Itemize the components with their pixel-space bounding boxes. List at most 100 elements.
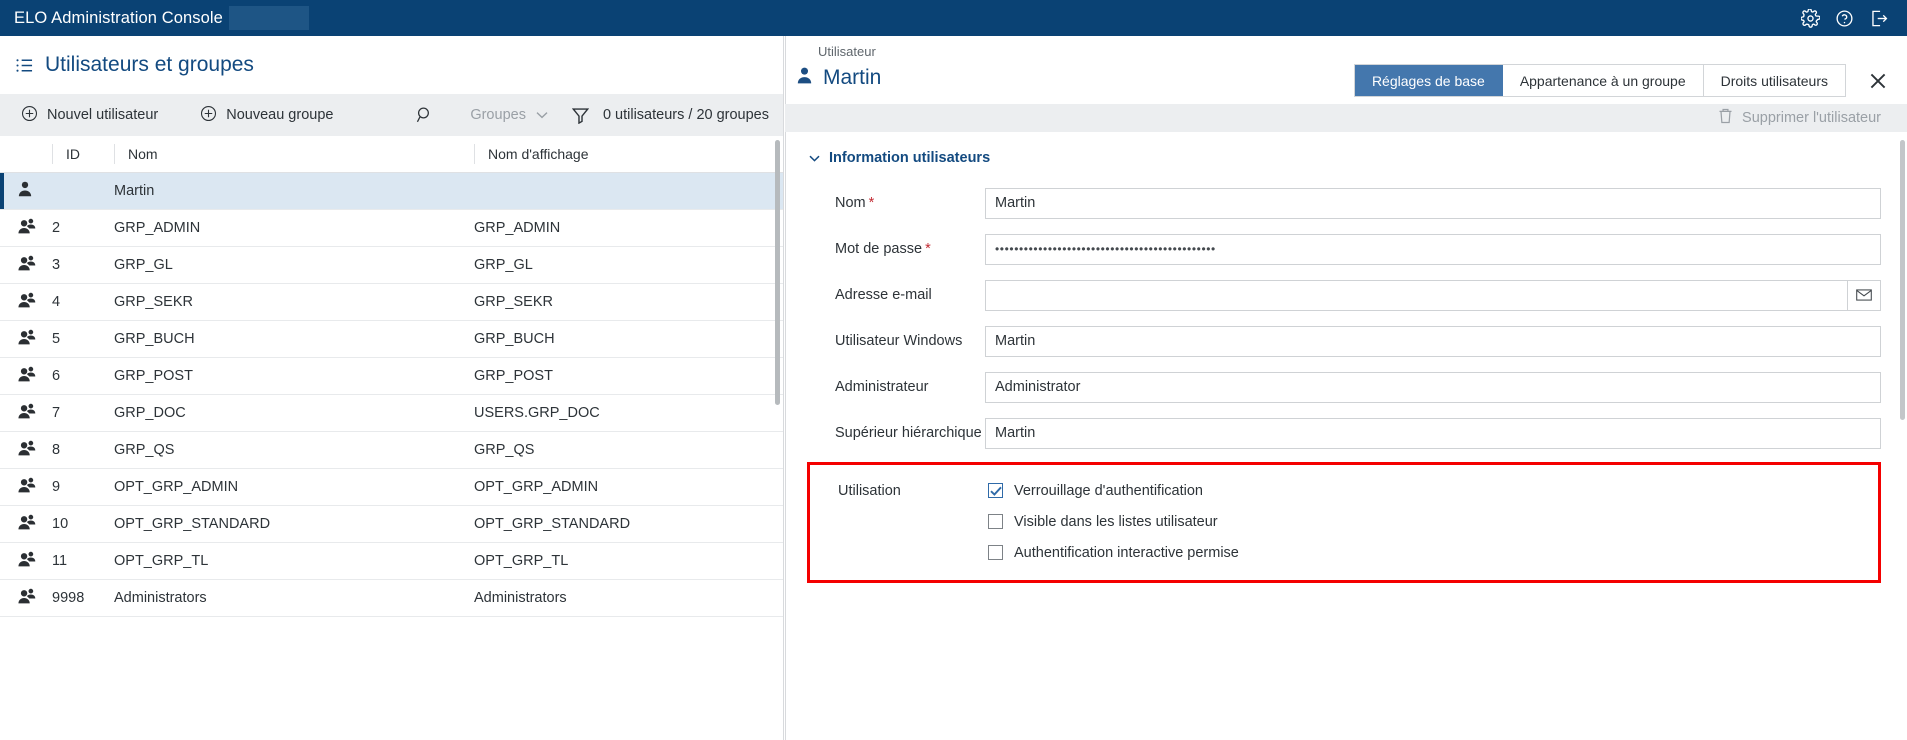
table-row[interactable]: 11 OPT_GRP_TL OPT_GRP_TL	[0, 542, 783, 580]
right-scrollbar-thumb[interactable]	[1900, 140, 1905, 420]
cell-display-name: OPT_GRP_STANDARD	[474, 505, 783, 543]
trash-icon	[1718, 108, 1733, 128]
group-icon	[0, 209, 52, 247]
cell-nom: GRP_GL	[114, 246, 474, 284]
app-titlebar: ELO Administration Console	[0, 0, 1907, 36]
tab-2[interactable]: Appartenance à un groupe	[1502, 65, 1704, 96]
usage-row: Visible dans les listes utilisateur	[810, 506, 1878, 537]
table-row[interactable]: 9 OPT_GRP_ADMIN OPT_GRP_ADMIN	[0, 468, 783, 506]
left-panel-header: Utilisateurs et groupes	[0, 36, 783, 94]
cell-nom: OPT_GRP_STANDARD	[114, 505, 474, 543]
table-row[interactable]: 6 GRP_POST GRP_POST	[0, 357, 783, 395]
column-header-id[interactable]: ID	[52, 136, 114, 173]
title-chip	[228, 6, 309, 30]
group-icon	[0, 542, 52, 580]
field-label: Supérieur hiérarchique	[807, 425, 985, 441]
tab-3[interactable]: Droits utilisateurs	[1703, 65, 1845, 96]
checkbox-box[interactable]	[988, 483, 1003, 498]
delete-user-label: Supprimer l'utilisateur	[1742, 110, 1881, 126]
detail-form: Information utilisateurs Nom * Martin Mot d…	[785, 132, 1907, 583]
tab-1[interactable]: Réglages de base	[1354, 65, 1503, 96]
input-adresse-e-mail[interactable]	[985, 279, 1848, 311]
cell-id	[52, 172, 114, 210]
detail-tabs: Réglages de base Appartenance à un groupe…	[1353, 64, 1846, 97]
gear-icon[interactable]	[1793, 0, 1827, 36]
help-icon[interactable]	[1827, 0, 1861, 36]
group-filter-select[interactable]: Groupes	[460, 107, 558, 123]
table-row[interactable]: 4 GRP_SEKR GRP_SEKR	[0, 283, 783, 321]
plus-circle-icon	[200, 105, 217, 126]
cell-nom: GRP_DOC	[114, 394, 474, 432]
filter-icon[interactable]	[558, 107, 603, 124]
form-row: Mot de passe * •••••••••••••••••••••••••••…	[807, 226, 1881, 272]
new-group-button[interactable]: Nouveau groupe	[190, 94, 343, 136]
field-control	[985, 279, 1881, 311]
table-row[interactable]: 2 GRP_ADMIN GRP_ADMIN	[0, 209, 783, 247]
cell-nom: Administrators	[114, 579, 474, 617]
table-row[interactable]: Martin	[0, 172, 783, 210]
table-row[interactable]: 5 GRP_BUCH GRP_BUCH	[0, 320, 783, 358]
cell-nom: Martin	[114, 172, 474, 210]
left-scrollbar-thumb[interactable]	[775, 140, 780, 405]
table-row[interactable]: 7 GRP_DOC USERS.GRP_DOC	[0, 394, 783, 432]
plus-circle-icon	[21, 105, 38, 126]
cell-display-name: GRP_POST	[474, 357, 783, 395]
section-header-user-info[interactable]: Information utilisateurs	[807, 132, 1881, 180]
cell-nom: GRP_SEKR	[114, 283, 474, 321]
required-marker: *	[868, 195, 875, 211]
users-table-wrapper: ID Nom Nom d'affichage Martin 2 GRP_ADMIN G…	[0, 136, 783, 740]
table-row[interactable]: 3 GRP_GL GRP_GL	[0, 246, 783, 284]
field-label: Utilisateur Windows	[807, 333, 985, 349]
cell-id: 9998	[52, 579, 114, 617]
cell-id: 3	[52, 246, 114, 284]
cell-nom: OPT_GRP_TL	[114, 542, 474, 580]
breadcrumb: Utilisateur	[818, 44, 876, 59]
table-row[interactable]: 10 OPT_GRP_STANDARD OPT_GRP_STANDARD	[0, 505, 783, 543]
usage-option-label: Verrouillage d'authentification	[1014, 482, 1203, 499]
table-row[interactable]: 9998 Administrators Administrators	[0, 579, 783, 617]
cell-id: 7	[52, 394, 114, 432]
group-icon	[0, 431, 52, 469]
column-header-nom[interactable]: Nom	[114, 136, 474, 173]
column-header-display-name[interactable]: Nom d'affichage	[474, 136, 783, 173]
usage-row: Authentification interactive permise	[810, 537, 1878, 568]
usage-checkbox-3[interactable]: Authentification interactive permise	[988, 545, 1239, 561]
search-icon[interactable]	[404, 106, 446, 124]
input-sup-rieur-hi-rarchique[interactable]: Martin	[985, 417, 1881, 449]
checkbox-box[interactable]	[988, 545, 1003, 560]
table-header-row: ID Nom Nom d'affichage	[0, 136, 783, 173]
new-group-label: Nouveau groupe	[226, 107, 334, 123]
cell-display-name: GRP_BUCH	[474, 320, 783, 358]
left-toolbar: Nouvel utilisateur Nouveau groupe Groupe…	[0, 94, 783, 136]
field-label-text: Administrateur	[835, 379, 929, 395]
usage-options: Utilisation Verrouillage d'authentificati…	[810, 475, 1878, 568]
user-icon	[797, 67, 812, 89]
checkbox-box[interactable]	[988, 514, 1003, 529]
cell-nom: GRP_QS	[114, 431, 474, 469]
new-user-button[interactable]: Nouvel utilisateur	[11, 94, 168, 136]
cell-id: 10	[52, 505, 114, 543]
close-icon[interactable]	[1863, 66, 1893, 96]
logout-icon[interactable]	[1861, 0, 1895, 36]
column-header-icon[interactable]	[0, 136, 52, 173]
input-nom[interactable]: Martin	[985, 187, 1881, 219]
input-administrateur[interactable]: Administrator	[985, 371, 1881, 403]
mail-icon[interactable]	[1848, 279, 1881, 311]
usage-checkbox-1[interactable]: Verrouillage d'authentification	[988, 483, 1203, 499]
input-mot-de-passe[interactable]: ••••••••••••••••••••••••••••••••••••••••…	[985, 233, 1881, 265]
cell-id: 8	[52, 431, 114, 469]
table-body: Martin 2 GRP_ADMIN GRP_ADMIN 3 GRP_GL GRP_GL 4 G…	[0, 172, 783, 617]
field-control: Martin	[985, 325, 1881, 357]
delete-user-button[interactable]: Supprimer l'utilisateur	[1718, 108, 1907, 128]
detail-subbar: Supprimer l'utilisateur	[785, 104, 1907, 132]
usage-checkbox-2[interactable]: Visible dans les listes utilisateur	[988, 514, 1218, 530]
detail-user-title: Martin	[797, 66, 881, 90]
usage-row: Utilisation Verrouillage d'authentificati…	[810, 475, 1878, 506]
section-title: Information utilisateurs	[829, 150, 991, 166]
cell-nom: GRP_BUCH	[114, 320, 474, 358]
table-row[interactable]: 8 GRP_QS GRP_QS	[0, 431, 783, 469]
required-marker: *	[925, 241, 931, 257]
form-fields: Nom * Martin Mot de passe * •••••••••••••••••…	[807, 180, 1881, 456]
input-utilisateur-windows[interactable]: Martin	[985, 325, 1881, 357]
group-icon	[0, 579, 52, 617]
